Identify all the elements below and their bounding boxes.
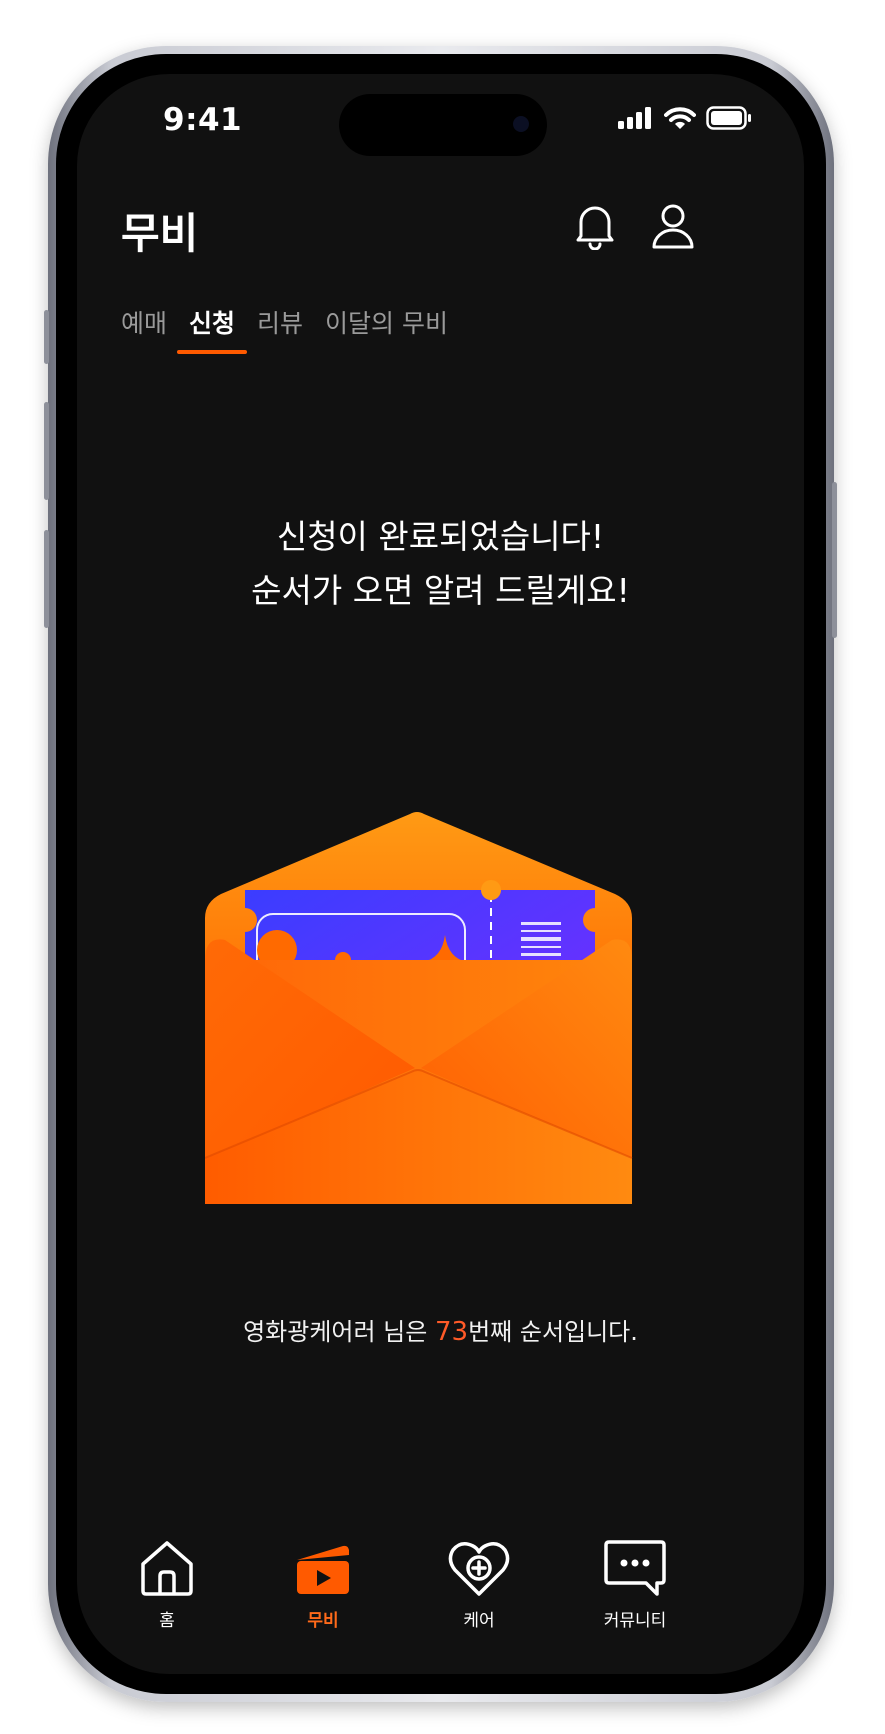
tab-apply[interactable]: 신청 <box>177 304 248 354</box>
movie-clapper-icon <box>297 1545 349 1594</box>
volume-up-button <box>44 402 49 500</box>
nav-community-label: 커뮤니티 <box>603 1611 667 1631</box>
heart-plus-icon <box>448 1542 510 1596</box>
completion-message-line1: 신청이 완료되었습니다! <box>276 517 605 556</box>
volume-down-button <box>44 530 49 628</box>
queue-position-text: 영화광케어러 님은 73번째 순서입니다. <box>77 1312 804 1347</box>
envelope-ticket-illustration <box>204 810 675 1214</box>
nav-care[interactable]: 케어 <box>419 1538 539 1631</box>
queue-prefix: 영화광케어러 님은 <box>243 1318 435 1346</box>
tab-booking[interactable]: 예매 <box>121 304 167 354</box>
nav-home[interactable]: 홈 <box>107 1538 227 1631</box>
nav-care-label: 케어 <box>463 1611 495 1631</box>
queue-suffix: 번째 순서입니다. <box>468 1318 638 1346</box>
action-button <box>44 310 49 364</box>
wifi-icon <box>664 107 696 129</box>
profile-icon[interactable] <box>651 202 695 254</box>
tab-review[interactable]: 리뷰 <box>257 304 303 354</box>
nav-movie[interactable]: 무비 <box>263 1538 383 1631</box>
screen: 9:41 무비 예매 신청 리뷰 이달의 무비 신청이 완료되었습니다! 순서가… <box>77 74 804 1674</box>
camera-icon <box>513 116 529 132</box>
home-icon <box>141 1541 193 1596</box>
status-icons <box>618 106 752 130</box>
queue-number: 73 <box>434 1317 469 1347</box>
signal-icon <box>618 107 651 129</box>
power-button <box>832 482 837 638</box>
dynamic-island <box>339 94 547 156</box>
notification-bell-icon[interactable] <box>575 202 615 254</box>
status-time: 9:41 <box>163 102 243 138</box>
completion-message-line2: 순서가 오면 알려 드릴게요! <box>251 571 630 610</box>
battery-icon <box>706 106 751 130</box>
page-title: 무비 <box>121 209 199 258</box>
tab-movie-of-month[interactable]: 이달의 무비 <box>325 304 448 354</box>
nav-community[interactable]: 커뮤니티 <box>575 1538 695 1631</box>
completion-message: 신청이 완료되었습니다! 순서가 오면 알려 드릴게요! <box>77 510 804 618</box>
chat-bubble-icon <box>604 1540 666 1596</box>
bottom-nav: 홈 무비 케어 커뮤니티 <box>77 1538 804 1648</box>
nav-home-label: 홈 <box>159 1611 175 1631</box>
nav-movie-label: 무비 <box>307 1611 339 1631</box>
tab-bar: 예매 신청 리뷰 이달의 무비 <box>121 304 448 354</box>
